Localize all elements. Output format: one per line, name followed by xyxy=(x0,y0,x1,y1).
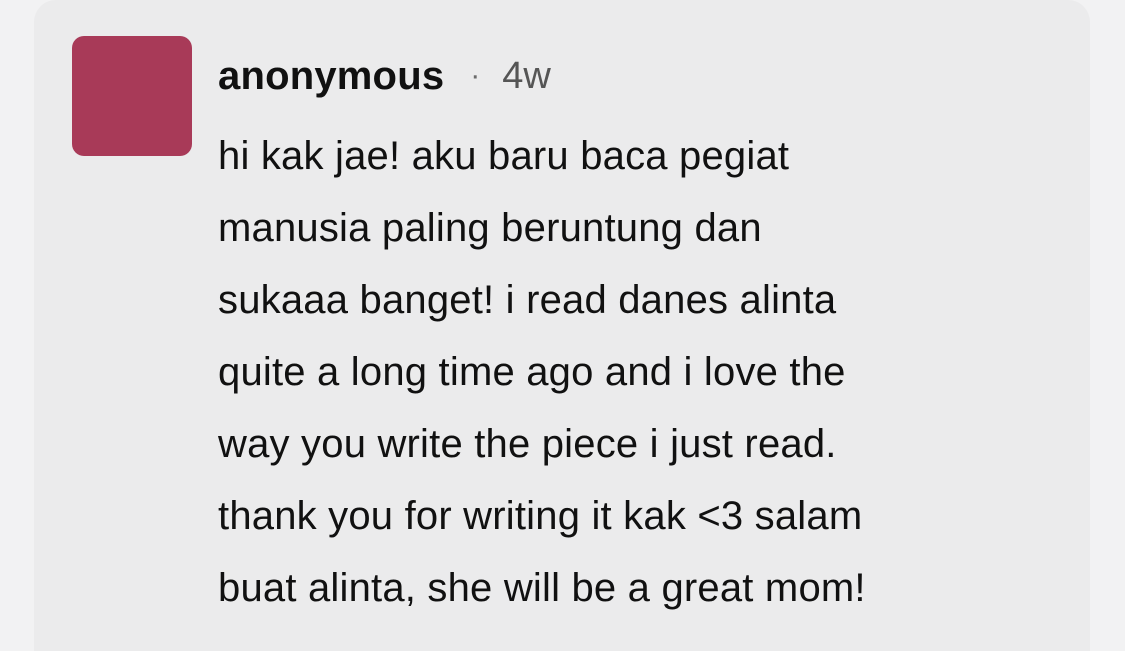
comment-line: manusia paling beruntung dan xyxy=(218,206,762,250)
comment-line: hi kak jae! aku baru baca pegiat xyxy=(218,134,790,178)
comment-body: hi kak jae! aku baru baca pegiat manusia… xyxy=(218,120,1068,624)
timestamp: 4w xyxy=(502,54,551,97)
comment-line: thank you for writing it kak <3 salam xyxy=(218,494,863,538)
comment-header: anonymous · 4w xyxy=(218,52,551,100)
author-name[interactable]: anonymous xyxy=(218,54,444,99)
comment-line: quite a long time ago and i love the xyxy=(218,350,846,394)
comment-line: sukaaa banget! i read danes alinta xyxy=(218,278,837,322)
comment-line: buat alinta, she will be a great mom! xyxy=(218,566,866,610)
avatar[interactable] xyxy=(72,36,192,156)
separator-dot: · xyxy=(470,59,481,92)
comment-line: way you write the piece i just read. xyxy=(218,422,837,466)
